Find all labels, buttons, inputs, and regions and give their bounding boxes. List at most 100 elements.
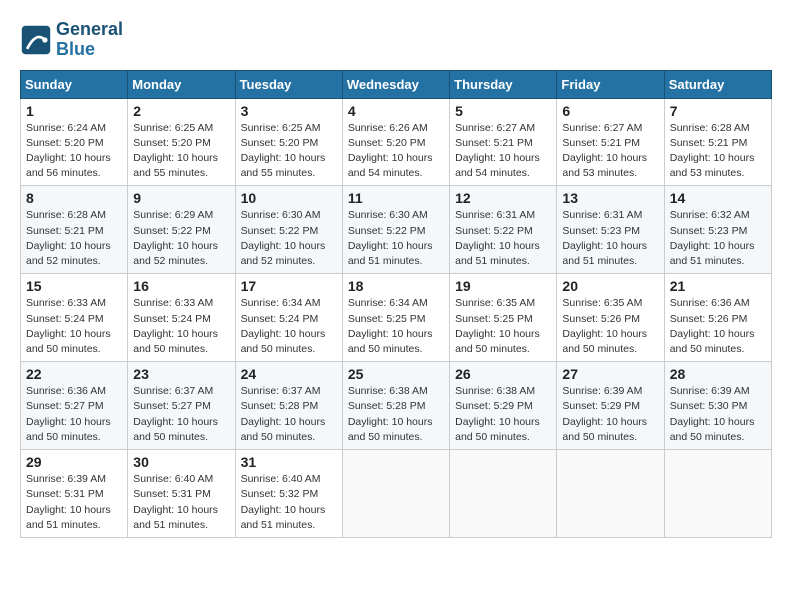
day-header-monday: Monday [128,70,235,98]
day-number: 13 [562,190,658,206]
calendar-week-row: 1 Sunrise: 6:24 AMSunset: 5:20 PMDaylight… [21,98,772,186]
day-info: Sunrise: 6:28 AMSunset: 5:21 PMDaylight:… [670,121,766,182]
calendar-table: SundayMondayTuesdayWednesdayThursdayFrid… [20,70,772,538]
day-number: 31 [241,454,337,470]
day-number: 11 [348,190,444,206]
day-number: 18 [348,278,444,294]
day-info: Sunrise: 6:39 AMSunset: 5:31 PMDaylight:… [26,472,122,533]
calendar-cell: 6 Sunrise: 6:27 AMSunset: 5:21 PMDaylight… [557,98,664,186]
day-info: Sunrise: 6:29 AMSunset: 5:22 PMDaylight:… [133,208,229,269]
calendar-cell: 20 Sunrise: 6:35 AMSunset: 5:26 PMDayligh… [557,274,664,362]
day-number: 1 [26,103,122,119]
day-info: Sunrise: 6:27 AMSunset: 5:21 PMDaylight:… [455,121,551,182]
day-number: 5 [455,103,551,119]
day-info: Sunrise: 6:36 AMSunset: 5:27 PMDaylight:… [26,384,122,445]
calendar-cell: 11 Sunrise: 6:30 AMSunset: 5:22 PMDayligh… [342,186,449,274]
day-info: Sunrise: 6:37 AMSunset: 5:28 PMDaylight:… [241,384,337,445]
day-info: Sunrise: 6:34 AMSunset: 5:24 PMDaylight:… [241,296,337,357]
day-info: Sunrise: 6:34 AMSunset: 5:25 PMDaylight:… [348,296,444,357]
calendar-week-row: 15 Sunrise: 6:33 AMSunset: 5:24 PMDayligh… [21,274,772,362]
day-number: 20 [562,278,658,294]
day-header-wednesday: Wednesday [342,70,449,98]
day-number: 26 [455,366,551,382]
day-header-tuesday: Tuesday [235,70,342,98]
day-number: 6 [562,103,658,119]
calendar-cell: 13 Sunrise: 6:31 AMSunset: 5:23 PMDayligh… [557,186,664,274]
calendar-cell: 16Sunrise: 6:33 AMSunset: 5:24 PMDayligh… [128,274,235,362]
day-number: 27 [562,366,658,382]
calendar-cell: 2 Sunrise: 6:25 AMSunset: 5:20 PMDaylight… [128,98,235,186]
day-info: Sunrise: 6:26 AMSunset: 5:20 PMDaylight:… [348,121,444,182]
day-number: 12 [455,190,551,206]
day-info: Sunrise: 6:37 AMSunset: 5:27 PMDaylight:… [133,384,229,445]
calendar-cell: 4Sunrise: 6:26 AMSunset: 5:20 PMDaylight… [342,98,449,186]
calendar-cell [664,450,771,538]
calendar-cell: 9 Sunrise: 6:29 AMSunset: 5:22 PMDaylight… [128,186,235,274]
calendar-cell [450,450,557,538]
calendar-cell: 15 Sunrise: 6:33 AMSunset: 5:24 PMDayligh… [21,274,128,362]
day-number: 21 [670,278,766,294]
calendar-cell: 19Sunrise: 6:35 AMSunset: 5:25 PMDayligh… [450,274,557,362]
day-info: Sunrise: 6:40 AMSunset: 5:31 PMDaylight:… [133,472,229,533]
calendar-cell: 27 Sunrise: 6:39 AMSunset: 5:29 PMDayligh… [557,362,664,450]
day-header-sunday: Sunday [21,70,128,98]
day-header-friday: Friday [557,70,664,98]
day-header-thursday: Thursday [450,70,557,98]
day-number: 15 [26,278,122,294]
day-info: Sunrise: 6:38 AMSunset: 5:28 PMDaylight:… [348,384,444,445]
day-info: Sunrise: 6:32 AMSunset: 5:23 PMDaylight:… [670,208,766,269]
calendar-cell: 17 Sunrise: 6:34 AMSunset: 5:24 PMDayligh… [235,274,342,362]
day-number: 28 [670,366,766,382]
calendar-cell: 26 Sunrise: 6:38 AMSunset: 5:29 PMDayligh… [450,362,557,450]
day-info: Sunrise: 6:39 AMSunset: 5:30 PMDaylight:… [670,384,766,445]
day-info: Sunrise: 6:35 AMSunset: 5:26 PMDaylight:… [562,296,658,357]
day-number: 3 [241,103,337,119]
day-number: 16 [133,278,229,294]
calendar-cell [342,450,449,538]
calendar-cell: 30Sunrise: 6:40 AMSunset: 5:31 PMDayligh… [128,450,235,538]
calendar-cell: 10 Sunrise: 6:30 AMSunset: 5:22 PMDayligh… [235,186,342,274]
calendar-cell: 8Sunrise: 6:28 AMSunset: 5:21 PMDaylight… [21,186,128,274]
day-info: Sunrise: 6:31 AMSunset: 5:22 PMDaylight:… [455,208,551,269]
day-header-saturday: Saturday [664,70,771,98]
calendar-cell: 24 Sunrise: 6:37 AMSunset: 5:28 PMDayligh… [235,362,342,450]
day-info: Sunrise: 6:39 AMSunset: 5:29 PMDaylight:… [562,384,658,445]
day-number: 7 [670,103,766,119]
calendar-cell: 5 Sunrise: 6:27 AMSunset: 5:21 PMDaylight… [450,98,557,186]
day-info: Sunrise: 6:31 AMSunset: 5:23 PMDaylight:… [562,208,658,269]
calendar-cell: 12 Sunrise: 6:31 AMSunset: 5:22 PMDayligh… [450,186,557,274]
day-info: Sunrise: 6:33 AMSunset: 5:24 PMDaylight:… [26,296,122,357]
day-number: 9 [133,190,229,206]
day-info: Sunrise: 6:38 AMSunset: 5:29 PMDaylight:… [455,384,551,445]
day-info: Sunrise: 6:40 AMSunset: 5:32 PMDaylight:… [241,472,337,533]
calendar-cell: 18 Sunrise: 6:34 AMSunset: 5:25 PMDayligh… [342,274,449,362]
day-info: Sunrise: 6:27 AMSunset: 5:21 PMDaylight:… [562,121,658,182]
day-number: 24 [241,366,337,382]
calendar-week-row: 29 Sunrise: 6:39 AMSunset: 5:31 PMDayligh… [21,450,772,538]
page-header: General Blue [20,20,772,60]
calendar-cell: 21Sunrise: 6:36 AMSunset: 5:26 PMDayligh… [664,274,771,362]
day-info: Sunrise: 6:25 AMSunset: 5:20 PMDaylight:… [241,121,337,182]
calendar-cell: 22Sunrise: 6:36 AMSunset: 5:27 PMDayligh… [21,362,128,450]
day-info: Sunrise: 6:28 AMSunset: 5:21 PMDaylight:… [26,208,122,269]
day-info: Sunrise: 6:30 AMSunset: 5:22 PMDaylight:… [348,208,444,269]
day-number: 17 [241,278,337,294]
calendar-cell: 29 Sunrise: 6:39 AMSunset: 5:31 PMDayligh… [21,450,128,538]
day-info: Sunrise: 6:35 AMSunset: 5:25 PMDaylight:… [455,296,551,357]
calendar-cell: 14 Sunrise: 6:32 AMSunset: 5:23 PMDayligh… [664,186,771,274]
day-info: Sunrise: 6:25 AMSunset: 5:20 PMDaylight:… [133,121,229,182]
day-number: 29 [26,454,122,470]
calendar-cell: 31 Sunrise: 6:40 AMSunset: 5:32 PMDayligh… [235,450,342,538]
calendar-cell: 28 Sunrise: 6:39 AMSunset: 5:30 PMDayligh… [664,362,771,450]
day-number: 2 [133,103,229,119]
calendar-week-row: 8Sunrise: 6:28 AMSunset: 5:21 PMDaylight… [21,186,772,274]
day-info: Sunrise: 6:30 AMSunset: 5:22 PMDaylight:… [241,208,337,269]
day-number: 25 [348,366,444,382]
calendar-cell: 23 Sunrise: 6:37 AMSunset: 5:27 PMDayligh… [128,362,235,450]
logo: General Blue [20,20,123,60]
calendar-cell: 3 Sunrise: 6:25 AMSunset: 5:20 PMDaylight… [235,98,342,186]
day-number: 10 [241,190,337,206]
day-info: Sunrise: 6:24 AMSunset: 5:20 PMDaylight:… [26,121,122,182]
day-number: 23 [133,366,229,382]
day-number: 14 [670,190,766,206]
